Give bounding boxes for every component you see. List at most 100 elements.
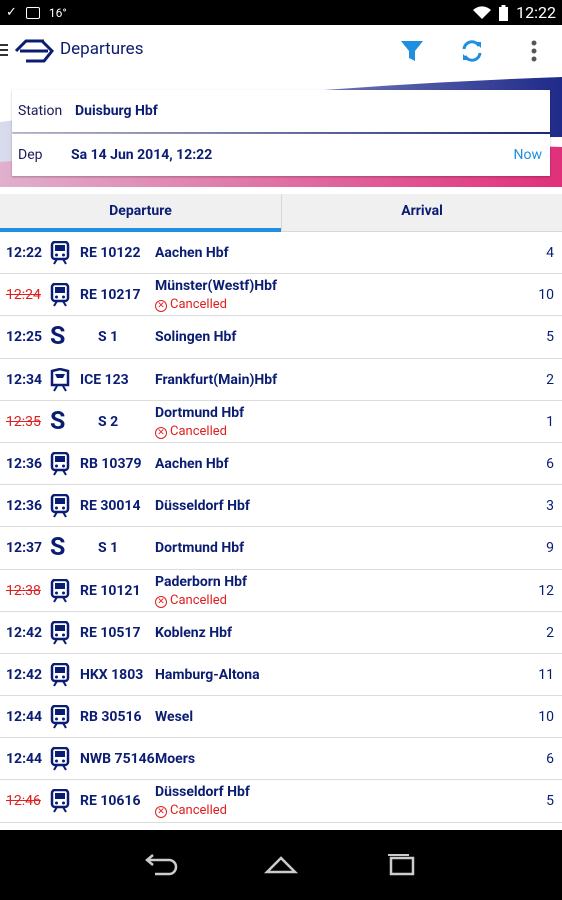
platform-number: 5	[546, 793, 554, 810]
departure-time: 12:42	[6, 666, 43, 683]
cancelled-icon: ✕	[155, 426, 167, 439]
refresh-icon[interactable]	[458, 37, 486, 65]
departure-row[interactable]: 12:42 RE 10517 Koblenz Hbf 2	[0, 611, 562, 654]
cancelled-text: Cancelled	[170, 592, 227, 608]
filter-icon[interactable]	[398, 37, 426, 65]
departure-row[interactable]: 12:34 ICE 123 Frankfurt(Main)Hbf 2	[0, 358, 562, 401]
departure-row[interactable]: 12:44 NWB 75146 Moers 6	[0, 738, 562, 781]
departure-time: 12:35	[6, 413, 41, 430]
departure-row[interactable]: 12:44 RB 30516 Wesel 10	[0, 696, 562, 739]
drawer-indicator-icon[interactable]	[0, 44, 8, 59]
departure-time-card[interactable]: Dep Sa 14 Jun 2014, 12:22 Now	[12, 134, 550, 176]
now-button[interactable]: Now	[514, 147, 543, 163]
departure-row[interactable]: 12:42 HKX 1803 Hamburg-Altona 11	[0, 653, 562, 697]
temperature-text: 16°	[48, 5, 67, 20]
ice-train-icon	[49, 367, 71, 392]
sbahn-icon: S	[50, 406, 66, 436]
departure-list[interactable]: 12:22 RE 10122 Aachen Hbf 4 12:24 RE 10217 Mün…	[0, 232, 562, 830]
departure-row[interactable]: 12:36 RE 30014 Düsseldorf Hbf 3	[0, 485, 562, 528]
departure-time: 12:36	[6, 498, 43, 515]
departure-time: 12:44	[6, 709, 43, 726]
platform-number: 9	[546, 540, 554, 557]
back-icon[interactable]	[141, 850, 181, 880]
train-icon	[49, 662, 71, 687]
platform-number: 6	[546, 455, 554, 472]
destination: Koblenz Hbf	[155, 624, 232, 641]
train-number: RB 10379	[80, 455, 142, 472]
cancelled-text: Cancelled	[170, 297, 227, 313]
tab-departure[interactable]: Departure	[0, 194, 281, 232]
train-number: HKX 1803	[80, 666, 144, 683]
train-number: ICE 123	[80, 371, 129, 388]
station-value[interactable]: Duisburg Hbf	[75, 103, 158, 119]
train-icon	[49, 704, 71, 729]
destination: Wesel	[155, 709, 194, 726]
train-number: RE 10217	[80, 287, 141, 304]
train-icon	[49, 789, 71, 813]
platform-number: 6	[546, 751, 554, 768]
train-number: RB 30516	[80, 709, 142, 726]
dep-label: Dep	[18, 147, 43, 163]
departure-row[interactable]: 12:35 S S 2 Dortmund Hbf ✕ Cancelled 1	[0, 400, 562, 443]
departure-row[interactable]: 12:24 RE 10217 Münster(Westf)Hbf ✕ Cancelled…	[0, 274, 562, 317]
cancelled-status: ✕ Cancelled	[155, 297, 227, 313]
platform-number: 12	[538, 582, 554, 599]
train-number: RE 30014	[80, 498, 141, 515]
recent-apps-icon[interactable]	[381, 850, 421, 880]
wifi-icon	[473, 5, 492, 19]
train-icon	[49, 578, 71, 603]
departure-row[interactable]: 12:46ICE 612Dortmund Hbf13	[0, 822, 562, 830]
destination: Aachen Hbf	[155, 455, 229, 472]
departure-time: 12:34	[6, 371, 43, 388]
departure-time: 12:25	[6, 329, 43, 346]
destination: Frankfurt(Main)Hbf	[155, 371, 278, 388]
tab-arrival[interactable]: Arrival	[281, 194, 562, 232]
cancelled-status: ✕ Cancelled	[155, 424, 227, 439]
platform-number: 2	[546, 371, 554, 388]
dep-datetime-value[interactable]: Sa 14 Jun 2014, 12:22	[71, 147, 212, 163]
station-card[interactable]: Station Duisburg Hbf	[12, 90, 550, 132]
station-label: Station	[18, 103, 63, 119]
sbahn-icon: S	[50, 533, 66, 563]
departure-row[interactable]: 12:38 RE 10121 Paderborn Hbf ✕ Cancelled 12	[0, 569, 562, 612]
battery-icon	[499, 4, 509, 21]
departure-row[interactable]: 12:46 RE 10616 Düsseldorf Hbf ✕ Cancelled 5	[0, 780, 562, 823]
destination: Düsseldorf Hbf	[155, 784, 250, 801]
destination: Hamburg-Altona	[155, 666, 260, 683]
status-clock: 12:22	[516, 3, 556, 22]
departure-row[interactable]: 12:25 S S 1 Solingen Hbf 5	[0, 316, 562, 359]
tab-bar: Departure Arrival	[0, 194, 562, 232]
destination: Aachen Hbf	[155, 245, 229, 261]
system-nav-bar	[0, 830, 562, 900]
destination: Moers	[155, 751, 196, 768]
cancelled-status: ✕ Cancelled	[155, 593, 227, 608]
train-number: S 2	[98, 413, 119, 430]
platform-number: 4	[546, 245, 554, 261]
destination: Paderborn Hbf	[155, 573, 248, 590]
ns-logo-icon[interactable]	[14, 39, 54, 63]
platform-number: 1	[546, 413, 554, 430]
departure-time: 12:46	[6, 793, 41, 810]
departure-row[interactable]: 12:37 S S 1 Dortmund Hbf 9	[0, 527, 562, 570]
cancelled-icon: ✕	[155, 300, 167, 313]
destination: Düsseldorf Hbf	[155, 498, 250, 515]
action-bar: Departures	[0, 25, 562, 77]
cancelled-text: Cancelled	[170, 423, 227, 439]
home-icon[interactable]	[261, 850, 301, 880]
departure-time: 12:44	[6, 751, 43, 768]
train-icon	[49, 747, 71, 771]
page-title: Departures	[60, 39, 144, 59]
departure-row[interactable]: 12:22 RE 10122 Aachen Hbf 4	[0, 232, 562, 275]
overflow-menu-icon[interactable]	[520, 37, 548, 65]
train-icon	[49, 620, 71, 645]
train-icon	[49, 282, 71, 307]
train-number: RE 10616	[80, 793, 141, 810]
status-bar: ✓ 16° 12:22	[0, 0, 562, 25]
departure-row[interactable]: 12:36 RB 10379 Aachen Hbf 6	[0, 442, 562, 486]
platform-number: 5	[546, 329, 554, 346]
departure-time: 12:24	[6, 287, 41, 304]
train-number: RE 10121	[80, 582, 141, 599]
train-number: NWB 75146	[80, 751, 155, 768]
train-number: RE 10122	[80, 245, 141, 261]
departure-time: 12:42	[6, 624, 43, 641]
